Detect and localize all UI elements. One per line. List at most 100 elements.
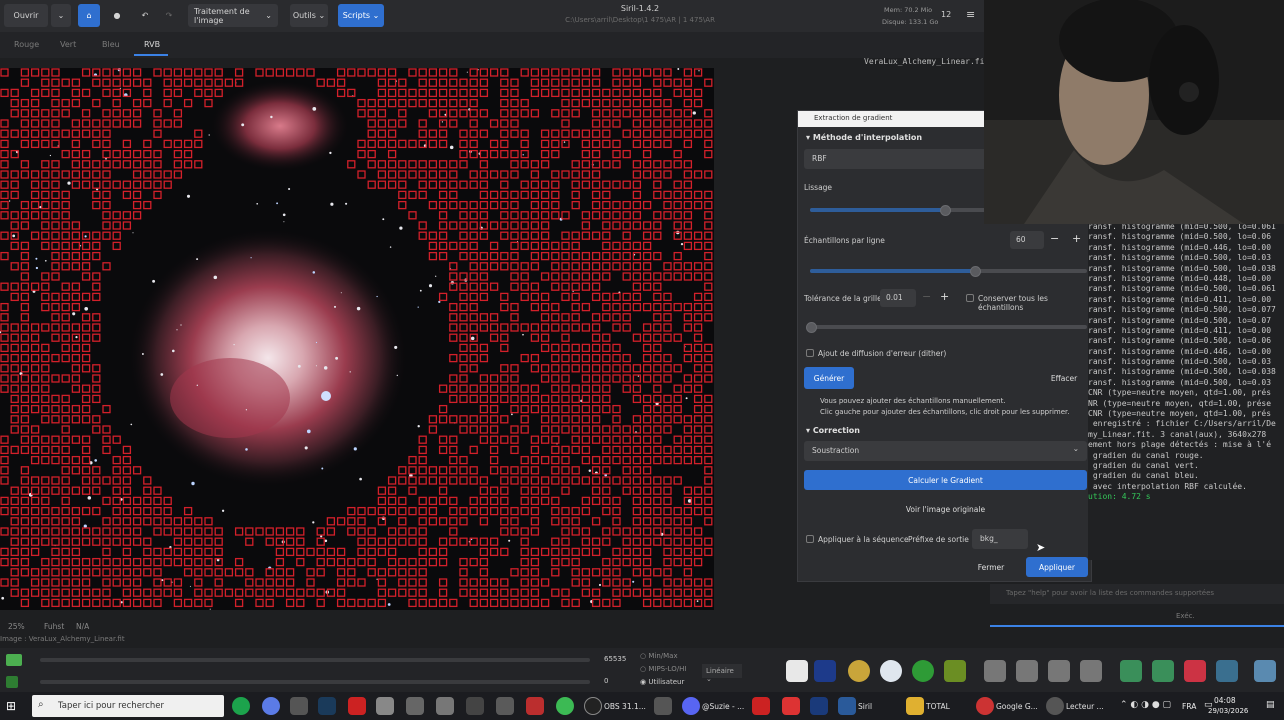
live-stack-button[interactable]: ● [106,4,128,27]
app-icon-5[interactable] [406,697,424,715]
psf-icon[interactable] [848,660,870,682]
samples-knob[interactable] [970,266,981,277]
taskbar-search[interactable]: ⌕ Taper ici pour rechercher [32,695,224,717]
apply-to-sequence-checkbox[interactable] [806,535,814,543]
max-slider[interactable] [40,658,590,662]
tray-icons[interactable]: ⌃ ◐ ◑ ● ▢ [1120,700,1171,710]
interpolation-section[interactable]: ▾ Méthode d'interpolation [806,133,922,142]
zoom-out-icon[interactable] [984,660,1006,682]
correction-select[interactable]: Soustraction ⌄ [804,441,1087,461]
lecteur-label[interactable]: Lecteur ... [1066,702,1104,711]
keep-samples-checkbox[interactable] [966,294,974,302]
star-icon[interactable] [814,660,836,682]
app-icon-4[interactable] [376,697,394,715]
compute-gradient-button[interactable]: Calculer le Gradient [804,470,1087,490]
mirror-x-icon[interactable] [1120,660,1142,682]
play-icon[interactable] [6,676,18,688]
snapshot-icon[interactable] [1254,660,1276,682]
folder-icon[interactable] [906,697,924,715]
tab-blue[interactable]: Bleu [102,40,120,49]
photoshop-icon[interactable] [810,697,828,715]
clear-button[interactable]: Effacer [1044,369,1084,387]
dither-checkbox[interactable] [806,349,814,357]
home-button[interactable]: ⌂ [78,4,100,27]
clock-time[interactable]: 04:08 [1214,696,1236,705]
app-icon-7[interactable] [466,697,484,715]
undo-button[interactable]: ↶ [134,4,156,27]
tab-green[interactable]: Vert [60,40,76,49]
app-icon-1[interactable] [262,697,280,715]
google-icon[interactable] [976,697,994,715]
menu-icon[interactable]: ≡ [966,8,975,21]
option-mips[interactable]: ○ MIPS-LO/HI [640,665,687,673]
tolerance-increment-button[interactable]: + [940,290,949,303]
app-icon-9[interactable] [526,697,544,715]
redo-button[interactable]: ↷ [158,4,180,27]
option-minmax[interactable]: ○ Min/Max [640,652,678,660]
negative-icon[interactable] [786,660,808,682]
app-icon-2[interactable] [290,697,308,715]
app-icon-13[interactable] [782,697,800,715]
annotate-icon[interactable] [944,660,966,682]
siril-label[interactable]: Siril [858,702,872,711]
google-label[interactable]: Google G... [996,702,1038,711]
app-icon-10[interactable] [556,697,574,715]
image-processing-menu[interactable]: Traitement de l'image ⌄ [188,4,278,27]
tab-rgb[interactable]: RVB [144,40,160,49]
app-icon-8[interactable] [496,697,514,715]
output-prefix-input[interactable]: bkg_ [972,529,1028,549]
tolerance-slider[interactable] [810,325,1087,329]
image-canvas[interactable] [0,68,714,610]
mirror-y-icon[interactable] [1152,660,1174,682]
samples-per-line-input[interactable]: 60 [1010,231,1044,249]
language-indicator[interactable]: FRA [1182,702,1196,711]
min-slider[interactable] [40,680,590,684]
samples-increment-button[interactable]: + [1072,232,1081,245]
tools-menu[interactable]: Outils ⌄ [290,4,328,27]
discord-icon[interactable] [682,697,700,715]
option-user[interactable]: ◉ Utilisateur [640,678,684,686]
app-icon-11[interactable] [654,697,672,715]
open-button[interactable]: Ouvrir [4,4,48,27]
stretch-select[interactable]: Linéaire ⌄ [702,664,742,683]
generate-button[interactable]: Générer [804,367,854,389]
tab-red[interactable]: Rouge [14,40,39,49]
smoothing-knob[interactable] [940,205,951,216]
max-value[interactable]: 65535 [604,655,626,663]
tolerance-decrement-button[interactable]: − [922,290,931,303]
app-icon-12[interactable] [752,697,770,715]
min-value[interactable]: 0 [604,677,608,685]
correction-section[interactable]: ▾ Correction [806,426,860,435]
steam-icon[interactable] [318,697,336,715]
player-icon[interactable] [1046,697,1064,715]
zoom-one-icon[interactable] [1080,660,1102,682]
obs-label[interactable]: OBS 31.1... [604,702,646,711]
zoom-fit-icon[interactable] [1048,660,1070,682]
total-label[interactable]: TOTAL [926,702,950,711]
globe-icon[interactable] [880,660,902,682]
zoom-in-icon[interactable] [1016,660,1038,682]
rotate-icon[interactable] [1216,660,1238,682]
close-button[interactable]: Fermer [968,557,1014,577]
open-recent-dropdown[interactable]: ⌄ [51,4,71,27]
command-input[interactable]: Tapez "help" pour avoir la liste des com… [990,584,1284,604]
obs-icon[interactable] [584,697,602,715]
notification-icon[interactable]: ▤ [1266,700,1275,710]
samples-decrement-button[interactable]: − [1050,232,1059,245]
app-icon-3[interactable] [348,697,366,715]
execute-button[interactable]: Exéc. [1176,612,1195,620]
tolerance-knob[interactable] [806,322,817,333]
app-icon-6[interactable] [436,697,454,715]
siril-icon[interactable] [838,697,856,715]
clock-date[interactable]: 29/03/2026 [1208,707,1248,715]
histogram-icon[interactable] [6,654,22,666]
apply-button[interactable]: Appliquer [1026,557,1088,577]
crop-icon[interactable] [1184,660,1206,682]
grid-tolerance-input[interactable]: 0.01 [880,289,916,307]
target-icon[interactable] [912,660,934,682]
suzie-label[interactable]: @Suzie - ... [702,702,744,711]
view-original-button[interactable]: Voir l'image originale [804,499,1087,519]
chrome-icon[interactable] [232,697,250,715]
scripts-menu[interactable]: Scripts ⌄ [338,4,384,27]
windows-start-icon[interactable]: ⊞ [6,699,16,713]
